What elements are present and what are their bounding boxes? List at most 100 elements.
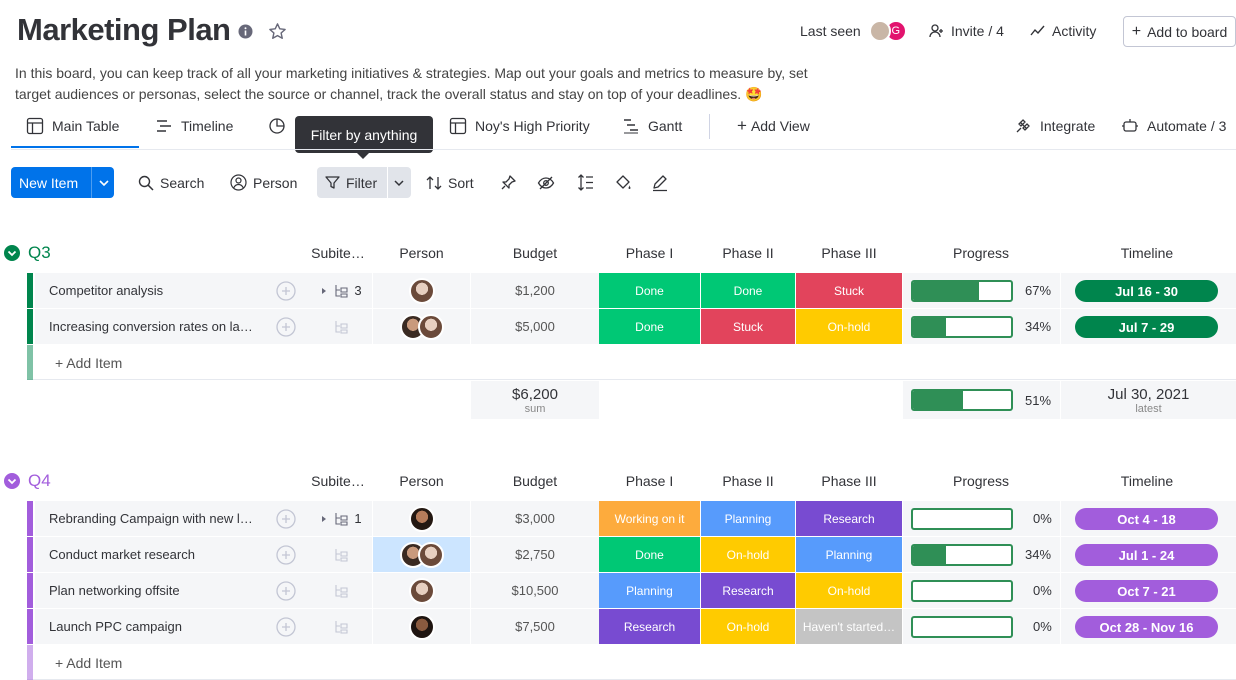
add-update-icon[interactable] (275, 580, 297, 602)
filter-main[interactable]: Filter (317, 175, 387, 191)
item-name-cell[interactable]: Conduct market research (35, 537, 343, 572)
item-name[interactable]: Launch PPC campaign (49, 619, 182, 634)
table-row[interactable]: Increasing conversion rates on lan… $5,0… (27, 309, 1236, 344)
chevron-right-icon[interactable] (320, 515, 328, 523)
status-cell[interactable]: On-hold (701, 537, 795, 572)
item-name-cell[interactable]: Competitor analysis (35, 273, 343, 308)
hide-button[interactable] (537, 167, 555, 198)
item-name-cell[interactable]: Launch PPC campaign (35, 609, 343, 644)
budget-cell[interactable]: $3,000 (471, 501, 599, 536)
table-row[interactable]: Competitor analysis 3 $1,200 Done Done S… (27, 273, 1236, 308)
item-name[interactable]: Rebranding Campaign with new lo… (49, 511, 259, 526)
status-cell[interactable]: Research (796, 501, 902, 536)
status-cell[interactable]: On-hold (701, 609, 795, 644)
integrate-button[interactable]: Integrate (1014, 112, 1095, 140)
budget-cell[interactable]: $2,750 (471, 537, 599, 572)
column-header-phase3[interactable]: Phase III (796, 473, 902, 489)
chevron-right-icon[interactable] (320, 287, 328, 295)
budget-cell[interactable]: $7,500 (471, 609, 599, 644)
chevron-down-icon[interactable] (4, 473, 20, 489)
column-header-phase2[interactable]: Phase II (701, 473, 795, 489)
status-cell[interactable]: On-hold (796, 309, 902, 344)
group-header-q4[interactable]: Q4 (4, 471, 51, 491)
group-title[interactable]: Q4 (28, 471, 51, 491)
add-update-icon[interactable] (275, 544, 297, 566)
item-name[interactable]: Conduct market research (49, 547, 195, 562)
add-item-row[interactable]: + Add Item (27, 645, 1236, 680)
tab-chart[interactable] (268, 112, 286, 140)
item-name[interactable]: Plan networking offsite (49, 583, 180, 598)
status-cell[interactable]: Done (701, 273, 795, 308)
timeline-pill[interactable]: Jul 7 - 29 (1075, 316, 1218, 338)
column-header-budget[interactable]: Budget (471, 473, 599, 489)
subitems-cell[interactable] (310, 573, 372, 608)
status-cell[interactable]: Done (599, 537, 700, 572)
chevron-down-icon[interactable] (388, 177, 405, 189)
timeline-cell[interactable]: Jul 16 - 30 (1061, 273, 1236, 308)
chevron-down-icon[interactable] (4, 245, 20, 261)
person-cell[interactable] (373, 573, 470, 608)
last-seen[interactable]: Last seen G (800, 20, 907, 42)
person-cell[interactable] (373, 273, 470, 308)
status-cell[interactable]: Stuck (701, 309, 795, 344)
item-name-cell[interactable]: Plan networking offsite (35, 573, 343, 608)
subitems-cell[interactable] (310, 309, 372, 344)
tab-noys-high-priority[interactable]: Noy's High Priority (449, 112, 590, 140)
chevron-down-icon[interactable] (92, 177, 110, 189)
status-cell[interactable]: Done (599, 273, 700, 308)
search-button[interactable]: Search (138, 167, 204, 198)
status-cell[interactable]: Planning (599, 573, 700, 608)
timeline-cell[interactable]: Oct 4 - 18 (1061, 501, 1236, 536)
timeline-cell[interactable]: Oct 7 - 21 (1061, 573, 1236, 608)
timeline-cell[interactable]: Oct 28 - Nov 16 (1061, 609, 1236, 644)
tab-gantt[interactable]: Gantt (622, 112, 682, 140)
group-header-q3[interactable]: Q3 (4, 243, 51, 263)
status-cell[interactable]: Haven't started… (796, 609, 902, 644)
column-header-phase3[interactable]: Phase III (796, 245, 902, 261)
item-name-cell[interactable]: Increasing conversion rates on lan… (35, 309, 343, 344)
add-update-icon[interactable] (275, 316, 297, 338)
new-item-button[interactable]: New Item (11, 167, 114, 198)
person-cell[interactable] (373, 609, 470, 644)
timeline-pill[interactable]: Oct 4 - 18 (1075, 508, 1218, 530)
status-cell[interactable]: Planning (796, 537, 902, 572)
column-header-phase1[interactable]: Phase I (599, 245, 700, 261)
table-row[interactable]: Launch PPC campaign $7,500 Research On-h… (27, 609, 1236, 644)
timeline-pill[interactable]: Oct 28 - Nov 16 (1075, 616, 1218, 638)
item-name[interactable]: Competitor analysis (49, 283, 163, 298)
edit-button[interactable] (651, 167, 669, 198)
invite-button[interactable]: Invite / 4 (929, 23, 1004, 39)
add-item-label[interactable]: + Add Item (55, 645, 122, 680)
person-cell[interactable] (373, 309, 470, 344)
table-row[interactable]: Rebranding Campaign with new lo… 1 $3,00… (27, 501, 1236, 536)
timeline-cell[interactable]: Jul 1 - 24 (1061, 537, 1236, 572)
budget-cell[interactable]: $10,500 (471, 573, 599, 608)
person-cell[interactable] (373, 537, 470, 572)
budget-cell[interactable]: $5,000 (471, 309, 599, 344)
column-header-timeline[interactable]: Timeline (1060, 473, 1234, 489)
status-cell[interactable]: Stuck (796, 273, 902, 308)
column-header-timeline[interactable]: Timeline (1060, 245, 1234, 261)
status-cell[interactable]: Done (599, 309, 700, 344)
timeline-pill[interactable]: Oct 7 - 21 (1075, 580, 1218, 602)
person-cell[interactable] (373, 501, 470, 536)
item-name[interactable]: Increasing conversion rates on lan… (49, 319, 259, 334)
add-view-button[interactable]: + Add View (737, 112, 810, 140)
pin-button[interactable] (500, 167, 517, 198)
table-row[interactable]: Conduct market research $2,750 Done On-h… (27, 537, 1236, 572)
subitems-cell[interactable] (310, 537, 372, 572)
status-cell[interactable]: Research (701, 573, 795, 608)
sort-button[interactable]: Sort (426, 167, 474, 198)
automate-button[interactable]: Automate / 3 (1121, 112, 1226, 140)
add-item-label[interactable]: + Add Item (55, 345, 122, 380)
add-update-icon[interactable] (275, 280, 297, 302)
column-header-phase1[interactable]: Phase I (599, 473, 700, 489)
timeline-pill[interactable]: Jul 16 - 30 (1075, 280, 1218, 302)
status-cell[interactable]: On-hold (796, 573, 902, 608)
add-update-icon[interactable] (275, 508, 297, 530)
activity-button[interactable]: Activity (1030, 23, 1096, 39)
column-header-subitems[interactable]: Subite… (310, 473, 366, 489)
filter-button[interactable]: Filter (317, 167, 411, 198)
column-header-phase2[interactable]: Phase II (701, 245, 795, 261)
info-icon[interactable] (238, 24, 253, 39)
